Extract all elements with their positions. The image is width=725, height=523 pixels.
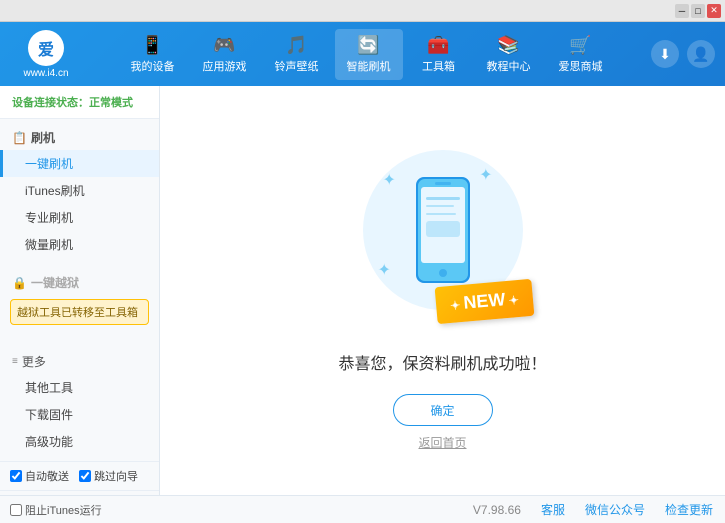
more-group-label: ≡ 更多	[0, 349, 159, 374]
header: 爱 www.i4.cn 📱 我的设备 🎮 应用游戏 🎵 铃声壁纸 🔄 智能刷机 …	[0, 22, 725, 86]
user-button[interactable]: 👤	[687, 40, 715, 68]
maximize-button[interactable]: □	[691, 4, 705, 18]
sidebar-item-download-firmware[interactable]: 下载固件	[0, 401, 159, 428]
return-link[interactable]: 返回首页	[418, 434, 466, 451]
my-device-icon: 📱	[141, 35, 163, 56]
service-link[interactable]: 客服	[541, 501, 565, 518]
logo-icon: 爱	[28, 30, 64, 66]
version-label: V7.98.66	[473, 503, 521, 517]
sparkle-1: ✦	[383, 170, 396, 190]
flash-section: 📋 刷机 一键刷机 iTunes刷机 专业刷机 微量刷机	[0, 119, 159, 264]
new-badge: NEW	[434, 279, 534, 324]
nav-item-mall[interactable]: 🛒 爱思商城	[547, 29, 615, 80]
apps-label: 应用游戏	[203, 58, 247, 74]
more-section: ≡ 更多 其他工具 下载固件 高级功能	[0, 343, 159, 461]
itunes-input[interactable]	[10, 504, 22, 516]
bottom-status: V7.98.66 客服 微信公众号 检查更新	[160, 501, 725, 518]
itunes-checkbox[interactable]: 阻止iTunes运行	[10, 502, 102, 518]
sidebar: 设备连接状态：正常模式 📋 刷机 一键刷机 iTunes刷机 专业刷机 微量刷机…	[0, 86, 160, 495]
itunes-section: 阻止iTunes运行	[0, 502, 160, 518]
flash-group-icon: 📋	[12, 131, 27, 145]
bottom-bar: 阻止iTunes运行 V7.98.66 客服 微信公众号 检查更新	[0, 495, 725, 523]
mall-icon: 🛒	[569, 35, 591, 56]
jailbreak-group-label: 🔒 一键越狱	[0, 270, 159, 295]
sidebar-checkboxes: 自动敬送 跳过向导	[0, 461, 159, 490]
main-area: 设备连接状态：正常模式 📋 刷机 一键刷机 iTunes刷机 专业刷机 微量刷机…	[0, 86, 725, 495]
status-value: 正常模式	[89, 97, 133, 109]
nav-item-tutorial[interactable]: 📚 教程中心	[475, 29, 543, 80]
logo-text: www.i4.cn	[23, 68, 68, 79]
auto-submit-checkbox[interactable]: 自动敬送	[10, 468, 69, 484]
sidebar-item-screen-flash[interactable]: 微量刷机	[0, 231, 159, 258]
auto-submit-input[interactable]	[10, 470, 22, 482]
nav-item-apps[interactable]: 🎮 应用游戏	[191, 29, 259, 80]
smart-flash-icon: 🔄	[357, 35, 379, 56]
ringtone-label: 铃声壁纸	[275, 58, 319, 74]
confirm-button[interactable]: 确定	[393, 394, 493, 426]
update-link[interactable]: 检查更新	[665, 501, 713, 518]
wechat-link[interactable]: 微信公众号	[585, 501, 645, 518]
success-illustration: ✦ ✦ ✦	[343, 130, 543, 330]
toolbox-icon: 🧰	[427, 35, 449, 56]
tutorial-label: 教程中心	[487, 58, 531, 74]
sidebar-item-advanced[interactable]: 高级功能	[0, 428, 159, 455]
sidebar-item-one-click-flash[interactable]: 一键刷机	[0, 150, 159, 177]
toolbox-label: 工具箱	[422, 58, 455, 74]
jailbreak-warning: 越狱工具已转移至工具箱	[10, 299, 149, 325]
logo: 爱 www.i4.cn	[10, 30, 82, 79]
sidebar-item-itunes-flash[interactable]: iTunes刷机	[0, 177, 159, 204]
nav-bar: 📱 我的设备 🎮 应用游戏 🎵 铃声壁纸 🔄 智能刷机 🧰 工具箱 📚 教程中心…	[92, 29, 641, 80]
minimize-button[interactable]: ─	[675, 4, 689, 18]
tutorial-icon: 📚	[497, 35, 519, 56]
success-message: 恭喜您，保资料刷机成功啦！	[338, 350, 546, 374]
phone-illustration	[408, 175, 478, 285]
sidebar-item-other-tools[interactable]: 其他工具	[0, 374, 159, 401]
sidebar-item-pro-flash[interactable]: 专业刷机	[0, 204, 159, 231]
header-right-buttons: ⬇ 👤	[651, 40, 715, 68]
device-info: 📱 iPhone 12 mini 64GB Down-12mini-13,1	[0, 490, 159, 495]
nav-item-my-device[interactable]: 📱 我的设备	[119, 29, 187, 80]
close-button[interactable]: ✕	[707, 4, 721, 18]
skip-wizard-input[interactable]	[79, 470, 91, 482]
download-button[interactable]: ⬇	[651, 40, 679, 68]
sparkle-3: ✦	[378, 260, 391, 280]
more-icon: ≡	[12, 356, 18, 367]
my-device-label: 我的设备	[131, 58, 175, 74]
nav-item-ringtone[interactable]: 🎵 铃声壁纸	[263, 29, 331, 80]
jailbreak-section: 🔒 一键越狱 越狱工具已转移至工具箱	[0, 264, 159, 335]
flash-group-label: 📋 刷机	[0, 125, 159, 150]
status-label: 设备连接状态：	[12, 97, 89, 109]
skip-wizard-checkbox[interactable]: 跳过向导	[79, 468, 138, 484]
smart-flash-label: 智能刷机	[347, 58, 391, 74]
lock-icon: 🔒	[12, 276, 27, 290]
titlebar: ─ □ ✕	[0, 0, 725, 22]
nav-item-toolbox[interactable]: 🧰 工具箱	[407, 29, 471, 80]
nav-item-smart-flash[interactable]: 🔄 智能刷机	[335, 29, 403, 80]
ringtone-icon: 🎵	[285, 35, 307, 56]
connection-status: 设备连接状态：正常模式	[0, 86, 159, 119]
sparkle-2: ✦	[479, 165, 492, 185]
mall-label: 爱思商城	[559, 58, 603, 74]
content-area: ✦ ✦ ✦	[160, 86, 725, 495]
apps-icon: 🎮	[213, 35, 235, 56]
